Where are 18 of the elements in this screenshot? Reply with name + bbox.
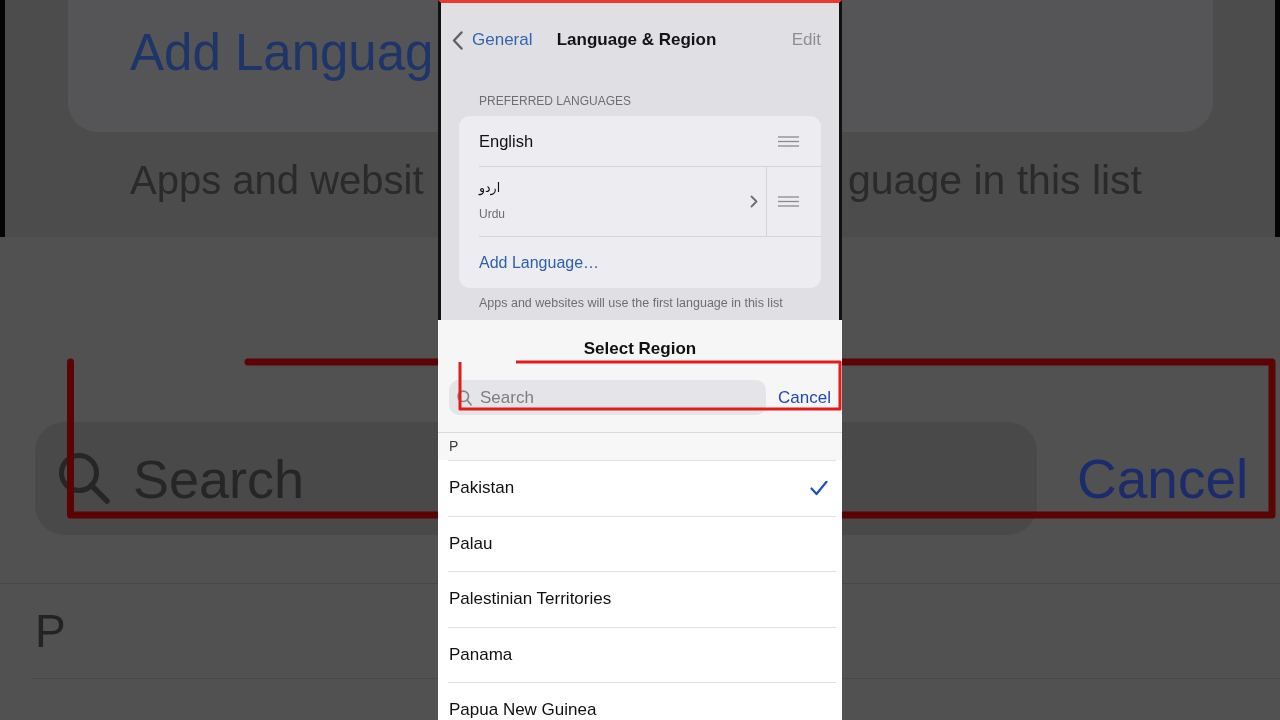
cancel-button[interactable]: Cancel [778, 386, 831, 409]
search-field[interactable] [842, 422, 1037, 535]
search-icon [457, 389, 472, 406]
footer-note: Apps and websites will use the first language in this list [478, 295, 783, 311]
drag-handle-icon[interactable] [778, 135, 799, 147]
language-subtitle: Urdu [479, 205, 505, 222]
sheet-title: Select Region [583, 338, 697, 359]
section-header: PREFERRED LANGUAGES [478, 93, 632, 109]
chevron-left-icon [452, 30, 463, 50]
section-header: P [438, 433, 842, 460]
add-language-button[interactable]: Add Language… [479, 251, 600, 274]
drag-handle-icon[interactable] [778, 196, 799, 207]
back-button[interactable]: General [452, 29, 533, 51]
search-icon [58, 452, 110, 504]
language-name: English [479, 131, 534, 152]
nav-title: Language & Region [556, 29, 717, 51]
chevron-right-icon[interactable] [750, 195, 758, 208]
language-name: اردو [479, 179, 501, 198]
